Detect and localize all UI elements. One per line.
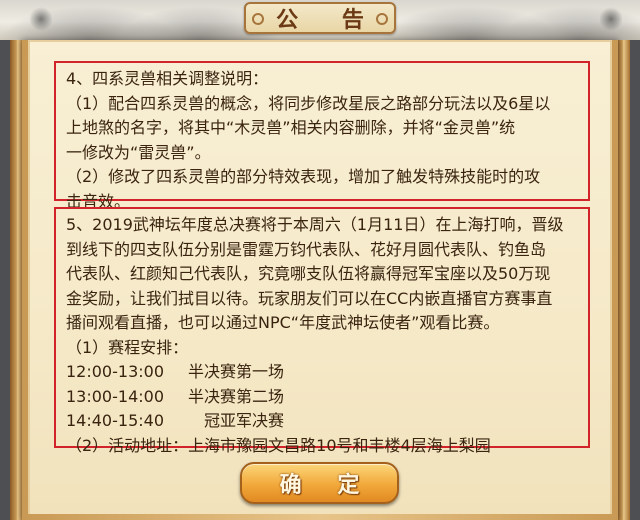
confirm-button-label: 确 定	[279, 472, 374, 498]
notice-line: 到线下的四支队伍分别是雷霆万钧代表队、花好月圆代表队、钓鱼岛	[66, 239, 547, 259]
schedule-event: 半决赛第二场	[188, 386, 285, 406]
panel-bottom-border	[22, 514, 618, 520]
tree-decoration	[600, 6, 622, 32]
notice-line: （2）修改了四系灵兽的部分特效表现，增加了触发特殊技能时的攻	[66, 167, 541, 186]
notice-line: 播间观看直播，也可以通过NPC“年度武神坛使者”观看比赛。	[66, 313, 500, 332]
schedule-event: 半决赛第一场	[188, 362, 285, 381]
title-plate: 公 告	[244, 2, 396, 34]
notice-section-2: 5、2019武神坛年度总决赛将于本周六（1月11日）在上海打响，晋级 到线下的四…	[54, 207, 590, 455]
swirl-icon	[252, 13, 264, 25]
schedule-event: 冠亚军决赛	[188, 411, 285, 430]
schedule-time: 14:40-15:40	[66, 411, 164, 430]
notice-line: 一修改为“雷灵兽”。	[66, 142, 211, 162]
notice-line: 代表队、红颜知己代表队，究竟哪支队伍将赢得冠军宝座以及50万现	[66, 264, 551, 283]
notice-line: （1）配合四系灵兽的概念，将同步修改星辰之路部分玩法以及6星以	[66, 93, 551, 113]
venue-line: （2）活动地址：上海市豫园文昌路10号和丰楼4层海上梨园	[66, 435, 491, 455]
notice-line: 4、四系灵兽相关调整说明：	[66, 69, 269, 88]
swirl-icon	[376, 13, 388, 25]
notice-line: 金奖励，让我们拭目以待。玩家朋友们可以在CC内嵌直播官方赛事直	[66, 288, 553, 308]
tree-decoration	[30, 6, 52, 32]
confirm-button[interactable]: 确 定	[240, 462, 399, 504]
dialog-title: 公 告	[276, 7, 382, 33]
schedule-row: 12:00-13:00 半决赛第一场	[66, 360, 580, 385]
schedule-time: 13:00-14:00	[66, 386, 164, 406]
notice-line: 上地煞的名字，将其中“木灵兽”相关内容删除，并将“金灵兽”统	[66, 118, 516, 137]
schedule-row: 13:00-14:00 半决赛第二场	[66, 385, 580, 410]
schedule-row: 14:40-15:40 冠亚军决赛	[66, 409, 580, 434]
scroll-rod-right	[616, 40, 630, 520]
schedule-time: 12:00-13:00	[66, 362, 164, 381]
notice-section-1: 4、四系灵兽相关调整说明： （1）配合四系灵兽的概念，将同步修改星辰之路部分玩法…	[54, 61, 590, 211]
notice-line: （1）赛程安排：	[66, 337, 189, 357]
notice-line: 5、2019武神坛年度总决赛将于本周六（1月11日）在上海打响，晋级	[66, 215, 564, 234]
